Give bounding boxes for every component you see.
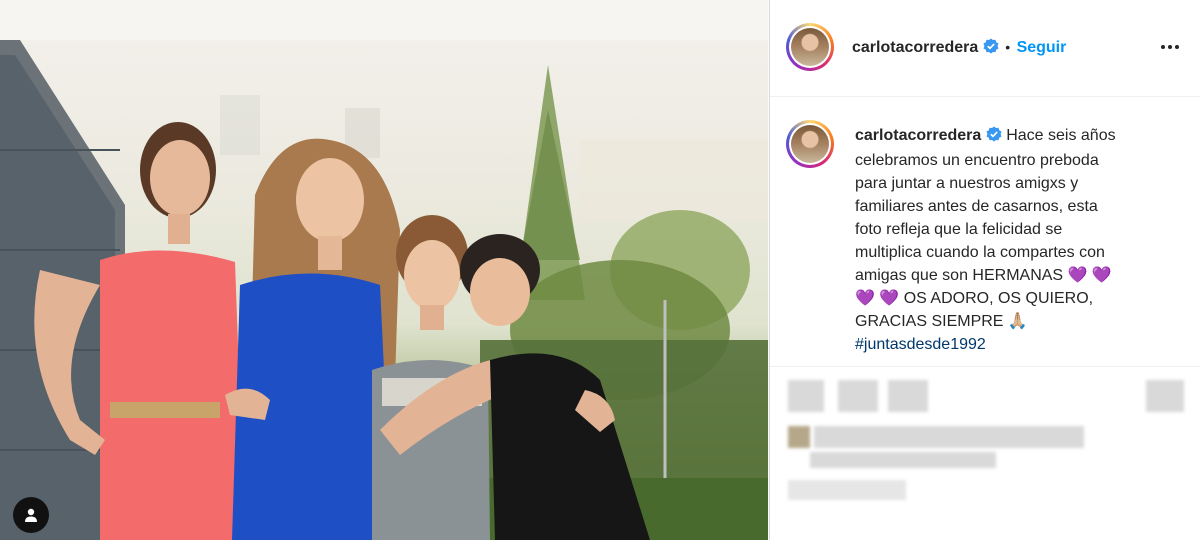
caption-avatar[interactable]	[786, 120, 834, 168]
save-button-blurred[interactable]	[1146, 380, 1184, 412]
photo-illustration	[0, 0, 768, 540]
more-options-button[interactable]	[1159, 36, 1181, 63]
post-caption: carlotacorredera Hace seis años celebram…	[855, 124, 1165, 356]
caption-line: amigas que son HERMANAS 💜 💜	[855, 267, 1112, 284]
like-button-blurred[interactable]	[788, 380, 824, 412]
caption-line: Hace seis años	[1006, 127, 1116, 144]
follow-button[interactable]: Seguir	[1017, 39, 1067, 56]
author-avatar[interactable]	[786, 23, 834, 71]
header-author-line: carlotacorredera • Seguir	[852, 38, 1066, 59]
header-username[interactable]: carlotacorredera	[852, 39, 978, 56]
share-button-blurred[interactable]	[888, 380, 928, 412]
tagged-users-button[interactable]	[13, 497, 49, 533]
caption-line: multiplica cuando la compartes con	[855, 244, 1105, 261]
caption-line: GRACIAS SIEMPRE 🙏🏼	[855, 313, 1028, 330]
verified-badge-icon	[986, 126, 1002, 149]
post-header: carlotacorredera • Seguir	[770, 0, 1200, 97]
verified-badge-icon	[983, 38, 999, 59]
caption-line: familiares antes de casarnos, esta	[855, 198, 1098, 215]
post-date-blurred	[788, 480, 906, 500]
caption-line: para juntar a nuestros amigxs y	[855, 175, 1079, 192]
likes-text-blurred	[814, 426, 1084, 448]
caption-username[interactable]: carlotacorredera	[855, 127, 981, 144]
instagram-post: carlotacorredera • Seguir carlotacorrede…	[0, 0, 1200, 540]
more-options-icon	[1161, 45, 1179, 49]
header-separator: •	[1005, 39, 1011, 55]
post-details-panel: carlotacorredera • Seguir carlotacorrede…	[769, 0, 1200, 540]
hashtag-link[interactable]: #juntasdesde1992	[855, 336, 986, 353]
caption-line: celebramos un encuentro preboda	[855, 152, 1099, 169]
likes-text-blurred-2	[810, 452, 996, 468]
comment-button-blurred[interactable]	[838, 380, 878, 412]
post-photo[interactable]	[0, 0, 768, 540]
comments-divider	[770, 366, 1200, 367]
liker-avatar-blurred[interactable]	[788, 426, 810, 448]
caption-line: foto refleja que la felicidad se	[855, 221, 1063, 238]
user-tag-icon	[25, 508, 37, 522]
caption-line: 💜 💜 OS ADORO, OS QUIERO,	[855, 290, 1094, 307]
